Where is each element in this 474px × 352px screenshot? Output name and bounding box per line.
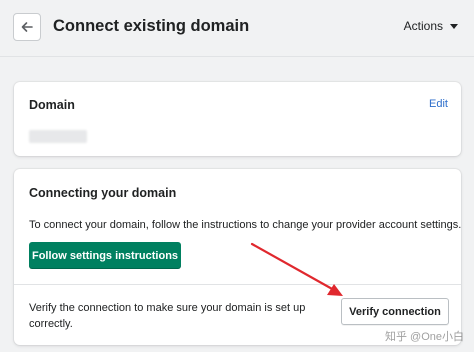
arrow-left-icon bbox=[20, 20, 34, 34]
back-button[interactable] bbox=[13, 13, 41, 41]
card-section-divider bbox=[14, 284, 461, 285]
page-title: Connect existing domain bbox=[53, 17, 250, 35]
edit-domain-link[interactable]: Edit bbox=[429, 98, 448, 110]
connecting-domain-card: Connecting your domain To connect your d… bbox=[14, 169, 461, 345]
actions-label: Actions bbox=[403, 19, 443, 33]
caret-down-icon bbox=[450, 23, 458, 29]
domain-card: Domain Edit bbox=[14, 82, 461, 156]
header-divider bbox=[0, 56, 474, 57]
verify-connection-text: Verify the connection to make sure your … bbox=[29, 302, 306, 330]
connect-instructions-text: To connect your domain, follow the instr… bbox=[29, 219, 462, 231]
follow-settings-instructions-button[interactable]: Follow settings instructions bbox=[29, 242, 181, 269]
top-bar: Connect existing domain Actions bbox=[0, 0, 474, 56]
redacted-domain-name bbox=[29, 130, 87, 143]
verify-connection-button[interactable]: Verify connection bbox=[341, 298, 449, 325]
actions-menu-button[interactable]: Actions bbox=[404, 19, 458, 33]
connecting-card-title: Connecting your domain bbox=[29, 186, 177, 200]
domain-card-title: Domain bbox=[29, 98, 75, 112]
watermark-text: 知乎 @One小白 bbox=[384, 331, 464, 343]
